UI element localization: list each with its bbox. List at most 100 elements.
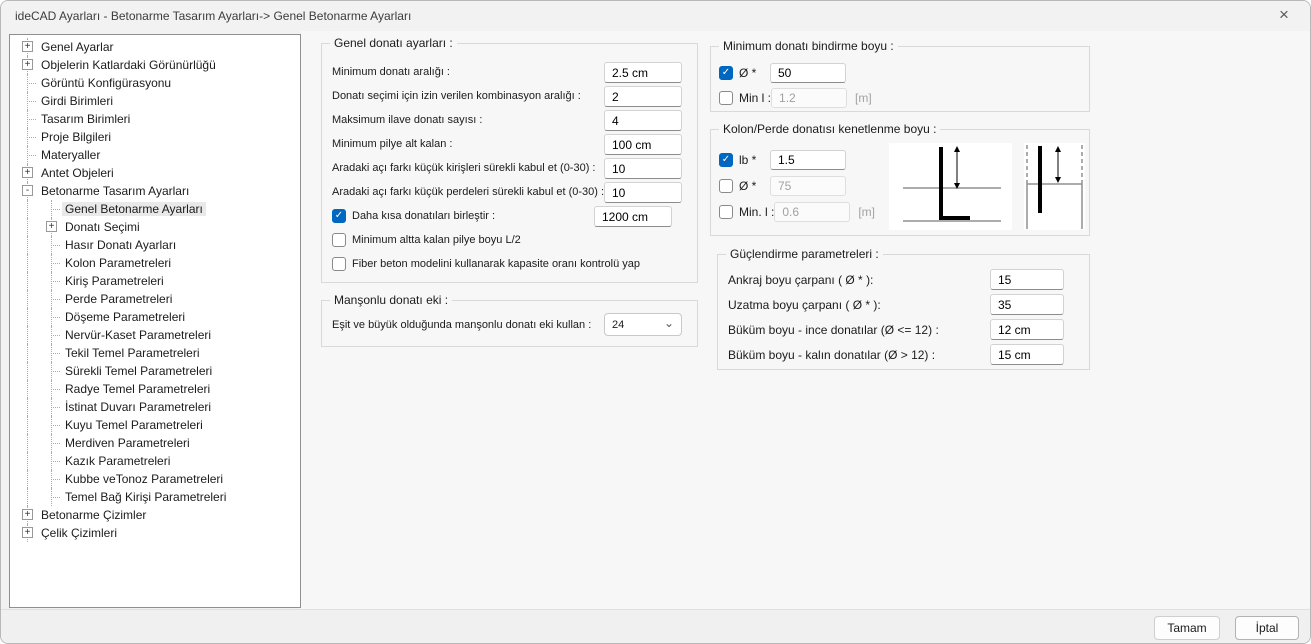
tree-item-label: Perde Parametreleri — [62, 292, 175, 306]
tree-item[interactable]: Genel Betonarme Ayarları — [10, 200, 300, 218]
field-label: Eşit ve büyük olduğunda manşonlu donatı … — [332, 319, 591, 331]
tree-item[interactable]: Radye Temel Parametreleri — [10, 380, 300, 398]
tree-item[interactable]: Girdi Birimleri — [10, 92, 300, 110]
checkbox-label: Minimum altta kalan pilye boyu L/2 — [352, 234, 521, 246]
form-row: Minimum donatı aralığı : — [322, 60, 697, 84]
tree-item[interactable]: Nervür-Kaset Parametreleri — [10, 326, 300, 344]
tree-leaf-connector — [51, 335, 60, 336]
checkbox[interactable]: ✓ — [332, 209, 346, 223]
tree-item[interactable]: + Objelerin Katlardaki Görünürlüğü — [10, 56, 300, 74]
group-title: Genel donatı ayarları : — [330, 36, 457, 50]
checkbox[interactable]: ✓ — [719, 91, 733, 105]
tree-item[interactable]: Kuyu Temel Parametreleri — [10, 416, 300, 434]
checkbox[interactable]: ✓ — [719, 153, 733, 167]
tree-leaf-connector — [51, 245, 60, 246]
tree-expander-icon[interactable]: + — [46, 221, 57, 232]
checkbox-row: ✓ Fiber beton modelini kullanarak kapasi… — [322, 252, 697, 276]
field-input[interactable] — [990, 319, 1064, 340]
tree-item[interactable]: Tasarım Birimleri — [10, 110, 300, 128]
field-label: lb * — [739, 153, 770, 167]
checkbox[interactable]: ✓ — [332, 257, 346, 271]
tree-item[interactable]: Hasır Donatı Ayarları — [10, 236, 300, 254]
tree-item-label: Kolon Parametreleri — [62, 256, 174, 270]
tree-leaf-connector — [51, 371, 60, 372]
checkbox[interactable]: ✓ — [719, 205, 733, 219]
tree-item[interactable]: Kiriş Parametreleri — [10, 272, 300, 290]
checkbox[interactable]: ✓ — [719, 66, 733, 80]
tree-item[interactable]: İstinat Duvarı Parametreleri — [10, 398, 300, 416]
tree-leaf-connector — [51, 209, 60, 210]
tree-leaf-connector — [51, 353, 60, 354]
field-input[interactable] — [990, 294, 1064, 315]
tree-item[interactable]: Kubbe veTonoz Parametreleri — [10, 470, 300, 488]
tree-item[interactable]: Merdiven Parametreleri — [10, 434, 300, 452]
tree-expander-icon[interactable]: - — [22, 185, 33, 196]
tree-leaf-connector — [51, 317, 60, 318]
field-input[interactable] — [604, 182, 682, 203]
field-input[interactable] — [770, 63, 846, 83]
group-minimum-donati-bindirme-boyu: Minimum donatı bindirme boyu : ✓ Ø * — [710, 46, 1090, 112]
field-input[interactable] — [771, 88, 847, 108]
checkbox[interactable]: ✓ — [332, 233, 346, 247]
field-input[interactable] — [604, 110, 682, 131]
field-input[interactable] — [594, 206, 672, 227]
field-label: Minimum pilye alt kalan : — [332, 138, 452, 150]
tree-expander-icon[interactable]: + — [22, 167, 33, 178]
tree-expander-icon[interactable]: + — [22, 59, 33, 70]
tree-leaf-connector — [27, 137, 36, 138]
field-input[interactable] — [990, 269, 1064, 290]
mansonlu-dropdown[interactable]: 24 ⌄ — [604, 313, 682, 336]
tree-item-label: Kubbe veTonoz Parametreleri — [62, 472, 226, 486]
tree-item[interactable]: Temel Bağ Kirişi Parametreleri — [10, 488, 300, 506]
tree-item[interactable]: + Antet Objeleri — [10, 164, 300, 182]
checkbox[interactable]: ✓ — [719, 179, 733, 193]
cancel-button[interactable]: İptal — [1235, 616, 1299, 640]
tree-item[interactable]: + Genel Ayarlar — [10, 38, 300, 56]
tree-connector-line — [27, 308, 28, 326]
field-input[interactable] — [774, 202, 850, 222]
tree-item[interactable]: Kolon Parametreleri — [10, 254, 300, 272]
tree-item[interactable]: Tekil Temel Parametreleri — [10, 344, 300, 362]
tree-item[interactable]: Döşeme Parametreleri — [10, 308, 300, 326]
tree-item[interactable]: Kazık Parametreleri — [10, 452, 300, 470]
ok-button[interactable]: Tamam — [1154, 616, 1220, 640]
tree-item[interactable]: - Betonarme Tasarım Ayarları — [10, 182, 300, 200]
field-input[interactable] — [990, 344, 1064, 365]
tree-connector-line — [27, 290, 28, 308]
field-input[interactable] — [770, 150, 846, 170]
checkmark-icon: ✓ — [722, 68, 730, 78]
field-label: Donatı seçimi için izin verilen kombinas… — [332, 90, 581, 102]
tree-item-label: Betonarme Tasarım Ayarları — [38, 184, 192, 198]
tree-item-label: Materyaller — [38, 148, 103, 162]
checkbox-label: Fiber beton modelini kullanarak kapasite… — [352, 258, 640, 270]
close-icon[interactable]: × — [1270, 1, 1298, 31]
form-row: Maksimum ilave donatı sayısı : — [322, 108, 697, 132]
field-input[interactable] — [770, 176, 846, 196]
tree-expander-icon[interactable]: + — [22, 527, 33, 538]
tree-item[interactable]: Perde Parametreleri — [10, 290, 300, 308]
field-input[interactable] — [604, 134, 682, 155]
tree-item[interactable]: + Çelik Çizimleri — [10, 524, 300, 542]
field-input[interactable] — [604, 86, 682, 107]
dropdown-value: 24 — [612, 319, 624, 331]
tree-expander-icon[interactable]: + — [22, 41, 33, 52]
tree-item[interactable]: Sürekli Temel Parametreleri — [10, 362, 300, 380]
field-label: Ankraj boyu çarpanı ( Ø * ): — [728, 273, 873, 287]
form-row: Ankraj boyu çarpanı ( Ø * ): — [718, 267, 1089, 292]
tree-item[interactable]: + Betonarme Çizimler — [10, 506, 300, 524]
field-input[interactable] — [604, 62, 682, 83]
anchorage-diagram-straight-bar — [1024, 143, 1085, 230]
tree-item[interactable]: Proje Bilgileri — [10, 128, 300, 146]
tree-item-label: Kazık Parametreleri — [62, 454, 173, 468]
tree-item-label: Antet Objeleri — [38, 166, 117, 180]
tree-item-label: Girdi Birimleri — [38, 94, 116, 108]
tree-connector-line — [27, 398, 28, 416]
field-input[interactable] — [604, 158, 682, 179]
tree-item[interactable]: Materyaller — [10, 146, 300, 164]
dialog-footer: Tamam İptal — [1, 609, 1310, 643]
tree-item[interactable]: Görüntü Konfigürasyonu — [10, 74, 300, 92]
tree-item[interactable]: + Donatı Seçimi — [10, 218, 300, 236]
tree-item-label: Kuyu Temel Parametreleri — [62, 418, 206, 432]
tree-expander-icon[interactable]: + — [22, 509, 33, 520]
group-mansonlu-donati-eki: Manşonlu donatı eki : Eşit ve büyük oldu… — [321, 300, 698, 347]
